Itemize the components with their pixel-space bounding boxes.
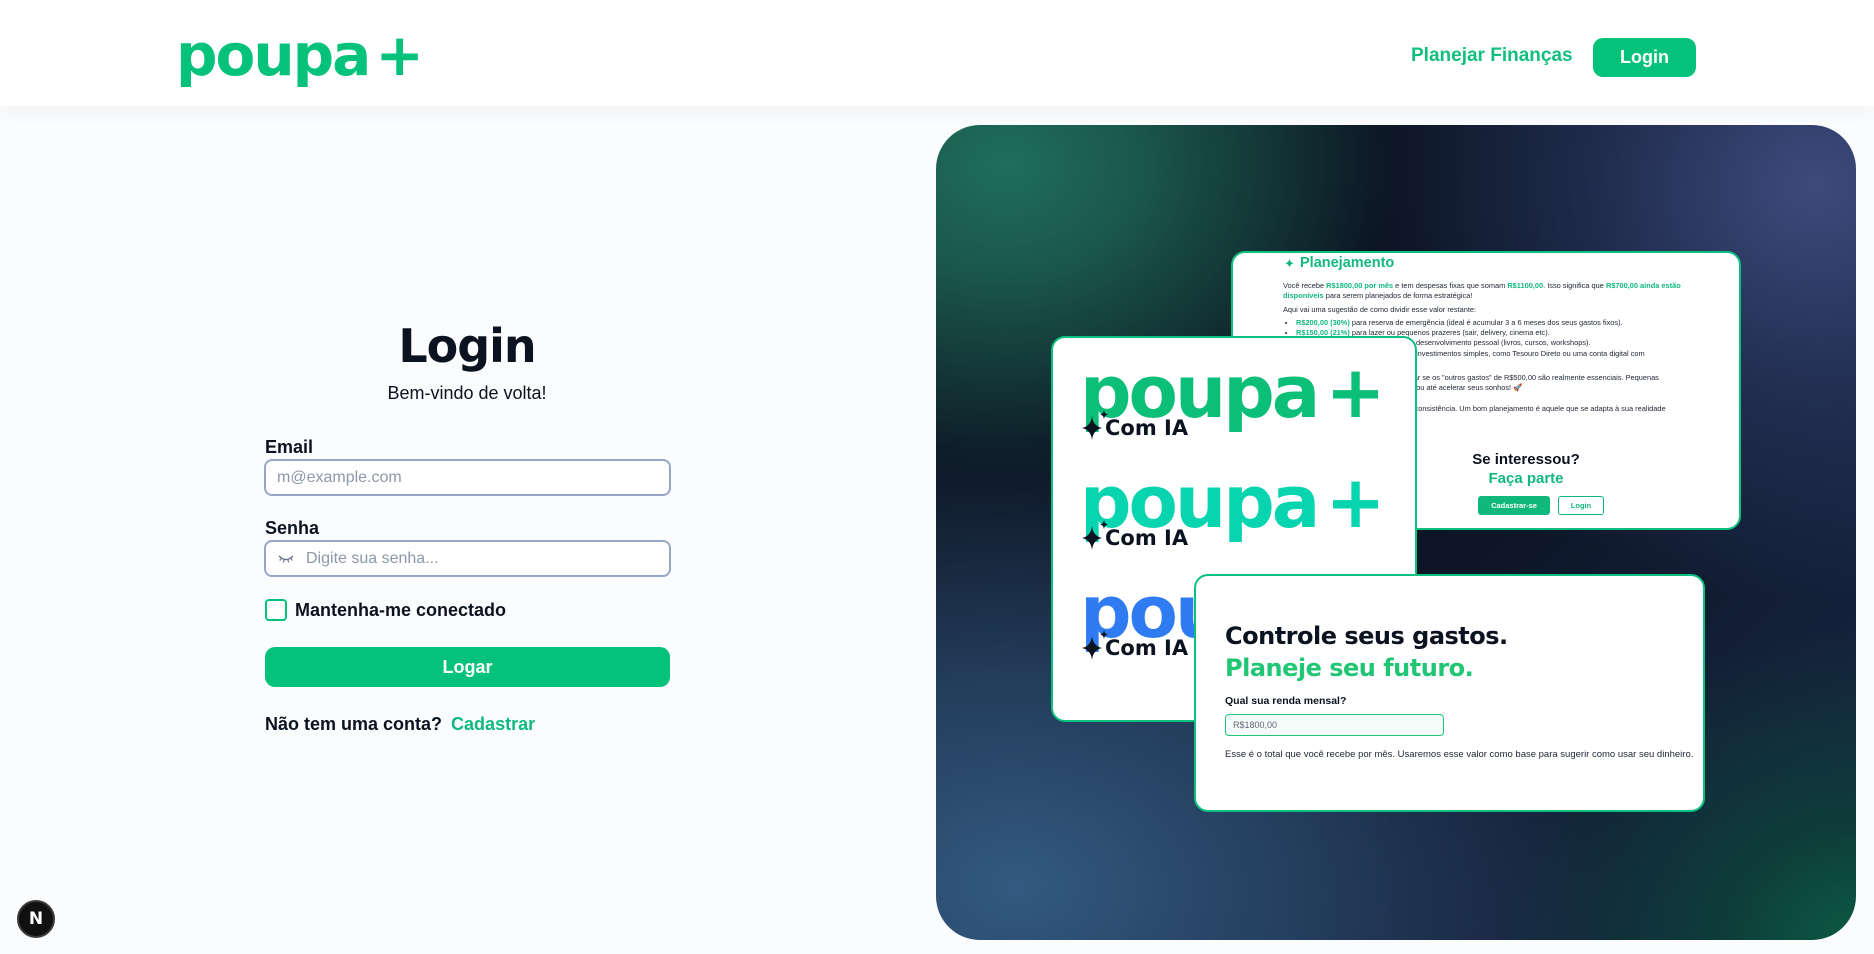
logo-tagline: Com IA xyxy=(1105,526,1189,550)
remember-checkbox[interactable] xyxy=(265,599,287,621)
password-field[interactable]: Digite sua senha... xyxy=(264,540,671,577)
remember-label: Mantenha-me conectado xyxy=(295,600,507,620)
plan-text: e tem despesas fixas que somam xyxy=(1393,281,1508,290)
top-navbar: poupa + Planejar Finanças Login xyxy=(0,0,1874,106)
page-subtitle: Bem-vindo de volta! xyxy=(387,383,547,403)
email-label: Email xyxy=(265,437,314,457)
logo-variant-teal: poupa + Com IA xyxy=(1080,466,1386,550)
submit-login-button[interactable]: Logar xyxy=(265,647,670,687)
renda-label: Qual sua renda mensal? xyxy=(1225,695,1347,707)
plan-text: Você recebe xyxy=(1283,281,1327,290)
email-placeholder: m@example.com xyxy=(277,468,402,486)
renda-input: R$1800,00 xyxy=(1225,714,1444,736)
logo-plus: + xyxy=(1325,460,1385,544)
controle-headline-2: Planeje seu futuro. xyxy=(1225,654,1474,682)
plan-text: para serem planejados de forma estratégi… xyxy=(1323,291,1473,301)
plan-highlight: R$1800,00 por mês xyxy=(1326,281,1394,290)
sparkle-icon: ✦ xyxy=(1284,256,1295,271)
logo-plus: + xyxy=(1325,350,1385,434)
nav-planejar-financas[interactable]: Planejar Finanças xyxy=(1411,45,1573,69)
plan-text: . Isso significa que xyxy=(1543,281,1606,290)
badge-letter: N xyxy=(28,909,44,929)
logo-variant-green: poupa + Com IA xyxy=(1080,356,1386,440)
nextjs-badge[interactable]: N xyxy=(17,900,55,938)
signup-row: Não tem uma conta? Cadastrar xyxy=(265,712,535,736)
controle-headline: Controle seus gastos. xyxy=(1225,622,1508,650)
plan-title: Planejamento xyxy=(1300,255,1395,271)
password-label: Senha xyxy=(265,518,320,538)
email-field[interactable]: m@example.com xyxy=(264,459,671,496)
list-item: R$200,00 (30%) para reserva de emergênci… xyxy=(1296,318,1713,328)
signup-prompt: Não tem uma conta? xyxy=(265,714,443,734)
preview-signup-button: Cadastrar-se xyxy=(1478,496,1550,515)
logo-tagline: Com IA xyxy=(1105,416,1189,440)
signup-link[interactable]: Cadastrar xyxy=(451,714,535,734)
logo-tagline: Com IA xyxy=(1105,636,1189,660)
preview-card-controle: Controle seus gastos. Planeje seu futuro… xyxy=(1194,574,1705,812)
header-login-button[interactable]: Login xyxy=(1593,38,1696,77)
poupa-logo[interactable]: poupa + xyxy=(176,21,424,89)
password-placeholder: Digite sua senha... xyxy=(306,549,439,567)
renda-value: R$1800,00 xyxy=(1233,720,1278,730)
logo-plus: + xyxy=(375,21,424,89)
eye-closed-icon[interactable] xyxy=(278,554,294,564)
remember-me[interactable]: Mantenha-me conectado xyxy=(265,598,506,622)
page-title: Login xyxy=(398,319,536,373)
preview-login-button: Login xyxy=(1558,496,1604,515)
renda-help: Esse é o total que você recebe por mês. … xyxy=(1225,749,1694,760)
plan-text: Aqui vai uma sugestão de como dividir es… xyxy=(1283,304,1477,314)
logo-text: poupa xyxy=(176,21,371,89)
plan-highlight: R$1100,00 xyxy=(1507,281,1544,290)
